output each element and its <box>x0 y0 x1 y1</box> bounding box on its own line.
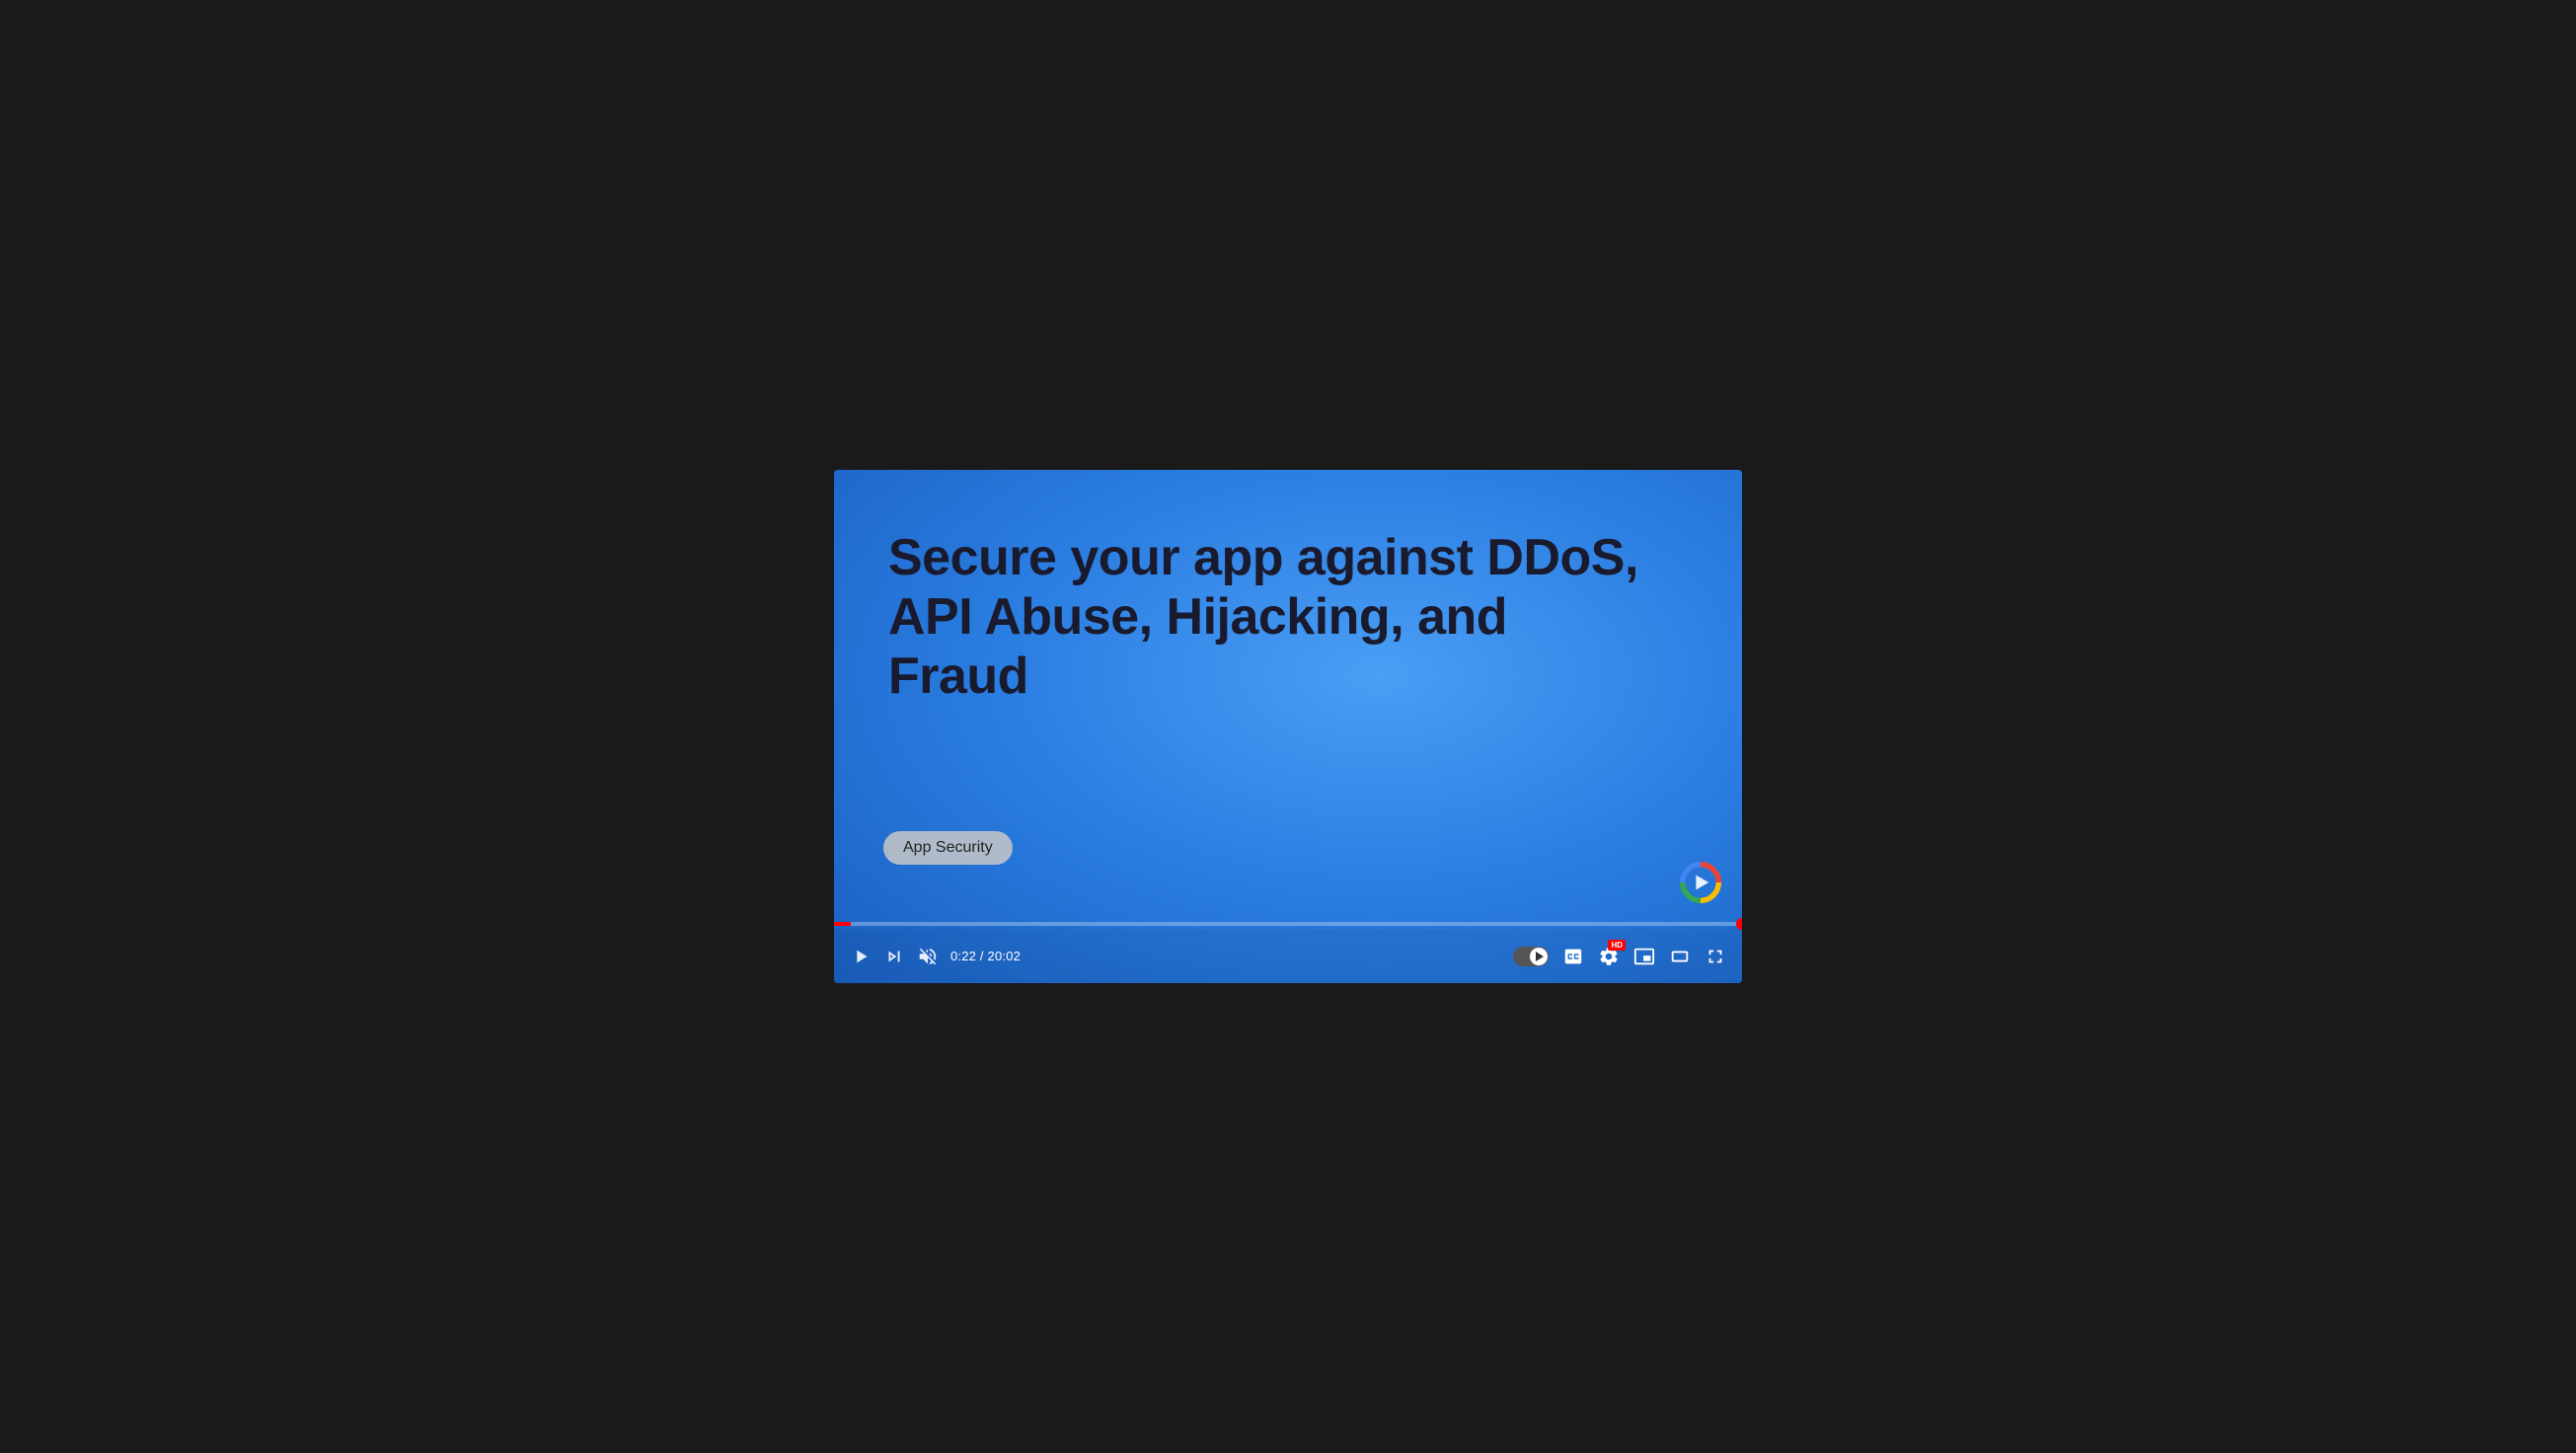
autoplay-play-icon <box>1536 952 1544 961</box>
miniplayer-button[interactable] <box>1633 946 1655 967</box>
controls-right: HD <box>1513 946 1726 967</box>
theater-mode-button[interactable] <box>1669 946 1691 967</box>
fullscreen-button[interactable] <box>1705 946 1726 967</box>
hd-badge: HD <box>1608 940 1626 952</box>
google-logo <box>1679 861 1722 904</box>
mute-button[interactable] <box>917 946 939 967</box>
next-video-button[interactable] <box>883 946 905 967</box>
controls-bar: 0:22 / 20:02 <box>834 929 1742 983</box>
progress-fill <box>834 922 851 926</box>
captions-button[interactable] <box>1562 946 1584 967</box>
video-player[interactable]: Secure your app against DDoS, API Abuse,… <box>834 470 1742 983</box>
autoplay-knob <box>1530 948 1548 965</box>
chapter-label: App Security <box>903 839 993 856</box>
time-display: 0:22 / 20:02 <box>950 949 1021 963</box>
settings-button[interactable]: HD <box>1598 946 1620 967</box>
video-title: Secure your app against DDoS, API Abuse,… <box>888 529 1643 706</box>
controls-left: 0:22 / 20:02 <box>850 946 1513 967</box>
progress-bar-track[interactable] <box>834 922 1742 926</box>
time-separator: / <box>980 949 988 963</box>
current-time: 0:22 <box>950 949 976 963</box>
chapter-pill[interactable]: App Security <box>883 831 1013 865</box>
total-time: 20:02 <box>988 949 1022 963</box>
autoplay-toggle[interactable] <box>1513 947 1549 966</box>
play-button[interactable] <box>850 946 871 967</box>
autoplay-track <box>1513 947 1549 966</box>
